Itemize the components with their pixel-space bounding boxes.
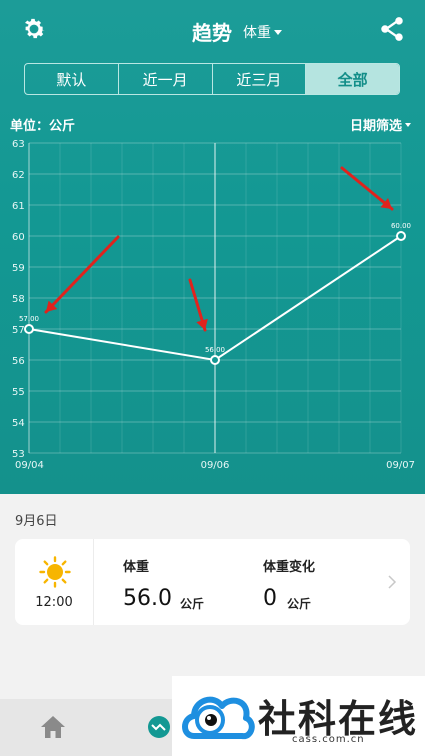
x-tick-label: 09/04 bbox=[15, 460, 44, 471]
tab-all[interactable]: 全部 bbox=[306, 64, 399, 94]
chevron-right-icon bbox=[388, 575, 397, 589]
weight-change-unit: 公斤 bbox=[287, 597, 312, 611]
y-tick-label: 53 bbox=[12, 449, 25, 460]
selected-date: 9月6日 bbox=[15, 514, 58, 529]
record-time: 12:00 bbox=[35, 595, 73, 610]
watermark: 社科在线 cass.com.cn bbox=[172, 676, 425, 756]
y-tick-label: 57 bbox=[12, 325, 25, 336]
data-label: 57.00 bbox=[19, 315, 39, 323]
trend-tab-icon[interactable] bbox=[148, 716, 170, 738]
metric-label: 体重 bbox=[243, 25, 271, 41]
tab-last-month[interactable]: 近一月 bbox=[119, 64, 213, 94]
tab-default[interactable]: 默认 bbox=[25, 64, 119, 94]
range-tabs: 默认 近一月 近三月 全部 bbox=[24, 63, 400, 95]
y-tick-label: 54 bbox=[12, 418, 25, 429]
y-tick-label: 62 bbox=[12, 170, 25, 181]
weight-change-label: 体重变化 bbox=[263, 560, 316, 575]
weight-label: 体重 bbox=[123, 560, 150, 575]
x-tick-label: 09/06 bbox=[201, 460, 230, 471]
watermark-url: cass.com.cn bbox=[292, 734, 365, 745]
y-tick-label: 58 bbox=[12, 294, 25, 305]
metric-selector[interactable]: 体重 bbox=[243, 22, 282, 42]
y-tick-label: 61 bbox=[12, 201, 25, 212]
data-point bbox=[24, 324, 34, 334]
weight-value: 56.0 bbox=[123, 586, 172, 611]
data-point bbox=[396, 231, 406, 241]
data-label: 60.00 bbox=[391, 222, 411, 230]
tab-last-three-months[interactable]: 近三月 bbox=[213, 64, 307, 94]
caret-down-icon bbox=[274, 29, 282, 35]
trend-header-panel: 趋势 体重 默认 近一月 近三月 全部 单位：公斤 日期筛选 53 54 55 56 5… bbox=[0, 0, 425, 494]
y-tick-label: 63 bbox=[12, 139, 25, 150]
data-label: 56.00 bbox=[205, 346, 225, 354]
gear-icon[interactable] bbox=[20, 15, 48, 43]
home-icon[interactable] bbox=[40, 715, 66, 739]
y-tick-label: 55 bbox=[12, 387, 25, 398]
y-tick-label: 60 bbox=[12, 232, 25, 243]
x-tick-label: 09/07 bbox=[386, 460, 415, 471]
weight-unit: 公斤 bbox=[180, 597, 205, 611]
caret-down-icon bbox=[405, 122, 412, 127]
share-icon[interactable] bbox=[378, 15, 406, 43]
y-tick-label: 59 bbox=[12, 263, 25, 274]
weight-change-value: 0 bbox=[263, 586, 277, 611]
record-card[interactable]: 12:00 体重 56.0 公斤 体重变化 0 公斤 bbox=[15, 539, 410, 625]
data-point bbox=[210, 355, 220, 365]
sun-icon bbox=[39, 556, 71, 588]
y-tick-label: 56 bbox=[12, 356, 25, 367]
weight-trend-chart[interactable]: 53 54 55 56 57 58 59 60 61 62 63 09/04 09/06 09/07 57.… bbox=[0, 130, 425, 480]
app-header: 趋势 体重 bbox=[0, 0, 425, 60]
watermark-logo bbox=[182, 696, 255, 740]
page-title: 趋势 bbox=[192, 21, 232, 45]
annotation-arrow bbox=[44, 235, 120, 314]
record-time-box: 12:00 bbox=[15, 539, 94, 625]
